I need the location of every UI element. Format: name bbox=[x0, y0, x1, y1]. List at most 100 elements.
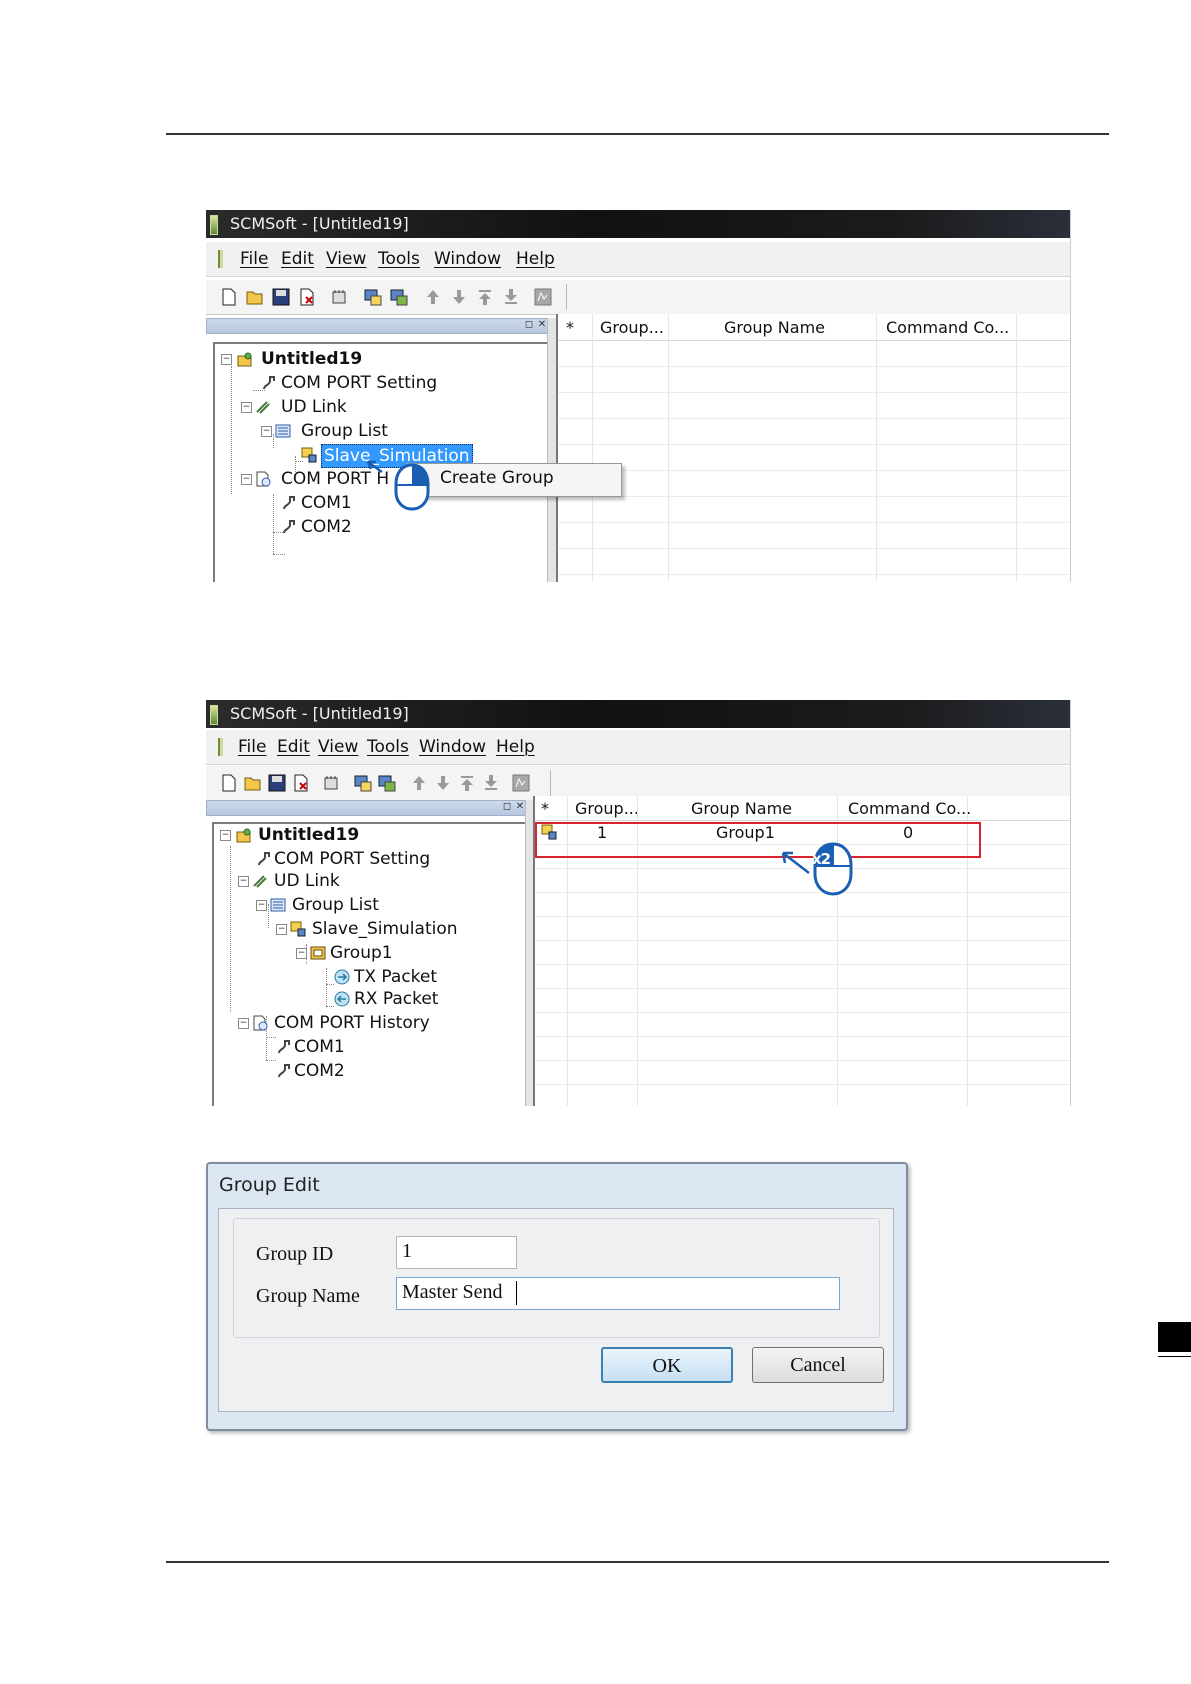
toolbar bbox=[206, 280, 1070, 315]
new-file-icon[interactable] bbox=[220, 288, 238, 306]
move-up-icon[interactable] bbox=[424, 288, 442, 306]
menu-tools[interactable]: Tools bbox=[367, 737, 409, 757]
grid-row-line bbox=[535, 1060, 1070, 1061]
menu-bar: File Edit View Tools Window Help bbox=[206, 730, 1070, 765]
collapse-icon[interactable]: − bbox=[221, 354, 232, 365]
tree-item-label: Untitled19 bbox=[261, 349, 363, 369]
menu-view[interactable]: View bbox=[326, 249, 366, 269]
menu-help[interactable]: Help bbox=[516, 249, 555, 269]
panel-float-icon[interactable]: ◻ bbox=[502, 802, 512, 812]
grid-row-line bbox=[558, 522, 1070, 523]
move-bottom-icon[interactable] bbox=[502, 288, 520, 306]
connect-icon[interactable] bbox=[364, 288, 382, 306]
collapse-icon[interactable]: − bbox=[238, 876, 249, 887]
tree-connector bbox=[230, 846, 231, 1012]
settings-icon[interactable] bbox=[330, 288, 348, 306]
group-edit-dialog: Group Edit Group ID 1 Group Name Master … bbox=[206, 1162, 908, 1431]
settings-icon[interactable] bbox=[322, 774, 340, 792]
grid-row-line bbox=[558, 444, 1070, 445]
grid-row-line bbox=[535, 892, 1070, 893]
toolbar-separator bbox=[550, 770, 551, 796]
disconnect-icon[interactable] bbox=[378, 774, 396, 792]
group-name-input[interactable]: Master Send bbox=[396, 1277, 840, 1310]
connect-icon[interactable] bbox=[354, 774, 372, 792]
menu-window[interactable]: Window bbox=[419, 737, 486, 757]
save-icon[interactable] bbox=[272, 288, 290, 306]
collapse-icon[interactable]: − bbox=[296, 948, 307, 959]
history-icon bbox=[253, 1015, 268, 1031]
link-icon bbox=[253, 875, 267, 888]
move-bottom-icon[interactable] bbox=[482, 774, 500, 792]
collapse-icon[interactable]: − bbox=[256, 900, 267, 911]
save-icon[interactable] bbox=[268, 774, 286, 792]
move-top-icon[interactable] bbox=[476, 288, 494, 306]
panel-close-icon[interactable]: ✕ bbox=[537, 320, 547, 330]
context-menu-create-group[interactable]: Create Group bbox=[440, 468, 554, 488]
grid-header-group-id[interactable]: Group... bbox=[575, 799, 639, 818]
delete-file-icon[interactable] bbox=[292, 774, 310, 792]
collapse-icon[interactable]: − bbox=[261, 426, 272, 437]
open-folder-icon[interactable] bbox=[244, 774, 262, 792]
window-titlebar: SCMSoft - [Untitled19] bbox=[206, 700, 1070, 728]
cancel-button[interactable]: Cancel bbox=[752, 1347, 884, 1383]
tree-item-label: Group List bbox=[292, 895, 379, 915]
move-down-icon[interactable] bbox=[450, 288, 468, 306]
grid-header-command-count[interactable]: Command Co... bbox=[848, 799, 971, 818]
menu-edit[interactable]: Edit bbox=[281, 249, 314, 269]
open-folder-icon[interactable] bbox=[246, 288, 264, 306]
tree-item-label: COM PORT Setting bbox=[274, 849, 431, 869]
new-file-icon[interactable] bbox=[220, 774, 238, 792]
panel-close-icon[interactable]: ✕ bbox=[515, 802, 525, 812]
menu-window[interactable]: Window bbox=[434, 249, 501, 269]
collapse-icon[interactable]: − bbox=[238, 1018, 249, 1029]
dialog-fields-frame: Group ID 1 Group Name Master Send bbox=[233, 1218, 880, 1338]
grid-column-line bbox=[592, 314, 593, 582]
collapse-icon[interactable]: − bbox=[241, 474, 252, 485]
menu-file[interactable]: File bbox=[238, 737, 266, 757]
group-icon bbox=[310, 946, 326, 960]
monitor-icon[interactable] bbox=[534, 288, 552, 306]
row-highlight-box bbox=[535, 822, 981, 858]
collapse-icon[interactable]: − bbox=[276, 924, 287, 935]
menu-tools[interactable]: Tools bbox=[378, 249, 420, 269]
menu-view[interactable]: View bbox=[318, 737, 358, 757]
tree-item-label: COM1 bbox=[301, 493, 352, 513]
tree-item-label: Untitled19 bbox=[258, 825, 360, 845]
grid-header-group-name[interactable]: Group Name bbox=[691, 799, 792, 818]
top-rule bbox=[166, 133, 1109, 135]
grid-header: * Group... Group Name Command Co... bbox=[535, 796, 1070, 821]
rx-packet-icon bbox=[334, 991, 350, 1007]
tree-connector bbox=[266, 1060, 276, 1061]
tree-connector bbox=[231, 366, 232, 494]
slave-icon bbox=[290, 921, 306, 937]
tree-item-label: COM1 bbox=[294, 1037, 345, 1057]
tree-connector bbox=[326, 1006, 334, 1007]
menu-edit[interactable]: Edit bbox=[277, 737, 310, 757]
tree-item-label: Group List bbox=[301, 421, 388, 441]
grid-row-line bbox=[558, 418, 1070, 419]
collapse-icon[interactable]: − bbox=[220, 830, 231, 841]
disconnect-icon[interactable] bbox=[390, 288, 408, 306]
move-up-icon[interactable] bbox=[410, 774, 428, 792]
monitor-icon[interactable] bbox=[512, 774, 530, 792]
tree-connector bbox=[326, 984, 334, 985]
move-top-icon[interactable] bbox=[458, 774, 476, 792]
tree-connector bbox=[273, 554, 285, 555]
menu-help[interactable]: Help bbox=[496, 737, 535, 757]
double-click-count: x2 bbox=[812, 850, 831, 868]
collapse-icon[interactable]: − bbox=[241, 402, 252, 413]
menu-file[interactable]: File bbox=[240, 249, 268, 269]
tree-item-label: Slave_Simulation bbox=[312, 919, 458, 939]
move-down-icon[interactable] bbox=[434, 774, 452, 792]
grid-header-marker: * bbox=[566, 318, 574, 337]
grid-header-group-id[interactable]: Group... bbox=[600, 318, 664, 337]
chapter-edge-tab bbox=[1158, 1322, 1191, 1352]
grid-header-command-count[interactable]: Command Co... bbox=[886, 318, 1009, 337]
grid-header-group-name[interactable]: Group Name bbox=[724, 318, 825, 337]
ok-button[interactable]: OK bbox=[601, 1347, 733, 1383]
grid-row-line bbox=[535, 1036, 1070, 1037]
delete-file-icon[interactable] bbox=[298, 288, 316, 306]
dialog-body: Group ID 1 Group Name Master Send OK Can… bbox=[218, 1208, 894, 1412]
panel-float-icon[interactable]: ◻ bbox=[524, 320, 534, 330]
group-id-input[interactable]: 1 bbox=[396, 1236, 517, 1269]
